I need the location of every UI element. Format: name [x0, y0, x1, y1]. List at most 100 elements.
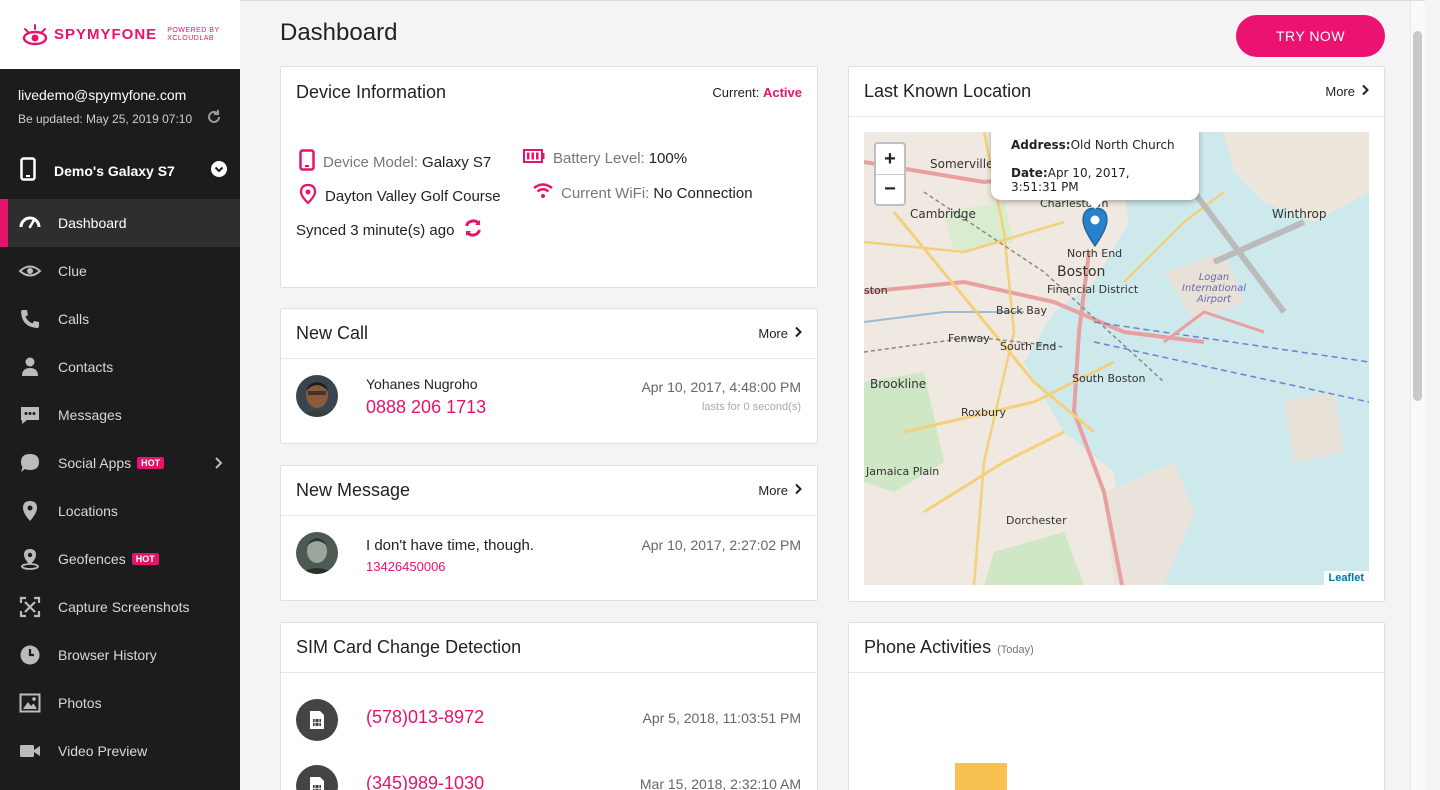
phone-activities-card: Phone Activities (Today) — [848, 622, 1385, 790]
chevron-down-icon[interactable] — [210, 160, 228, 181]
account-email: livedemo@spymyfone.com — [18, 87, 187, 103]
card-title: New Call — [296, 323, 369, 343]
synced-text: Synced 3 minute(s) ago — [296, 221, 455, 239]
card-title: Phone Activities — [864, 637, 992, 657]
sidebar-item-locations[interactable]: Locations — [0, 487, 240, 535]
card-header: SIM Card Change Detection — [281, 623, 817, 673]
popup-address: Address:Old North Church — [1011, 138, 1179, 152]
refresh-icon[interactable] — [206, 109, 222, 128]
sidebar-item-calls[interactable]: Calls — [0, 295, 240, 343]
sidebar-item-label: Calls — [58, 311, 90, 327]
chevron-right-icon — [208, 453, 228, 476]
main-content: Dashboard TRY NOW Device Information Cur… — [240, 0, 1425, 790]
powered-line2: XCLOUDLAB — [167, 34, 215, 42]
smartphone-icon — [20, 157, 36, 184]
photo-icon — [18, 691, 42, 715]
map-place-label: Logan International Airport — [1182, 272, 1246, 305]
caller-name: Yohanes Nugroho — [366, 376, 478, 392]
card-header: Phone Activities (Today) — [849, 623, 1384, 673]
sidebar-item-dashboard[interactable]: Dashboard — [0, 199, 240, 247]
dashboard-icon — [18, 211, 42, 235]
message-text: I don't have time, though. — [366, 537, 534, 554]
more-label: More — [758, 483, 788, 498]
new-call-card: New Call More Yohanes Nugroho 0888 206 1… — [280, 308, 818, 444]
sidebar-item-contacts[interactable]: Contacts — [0, 343, 240, 391]
message-number[interactable]: 13426450006 — [366, 559, 446, 574]
battery-icon — [523, 149, 545, 167]
map-place-label: Back Bay — [996, 304, 1047, 317]
battery-value: 100% — [648, 149, 688, 167]
account-updated: Be updated: May 25, 2019 07:10 — [18, 109, 222, 128]
sidebar-item-label: Contacts — [58, 359, 114, 375]
map-place-label: Financial District — [1047, 283, 1139, 296]
status-badge: Active — [762, 84, 802, 100]
address-label: Address: — [1011, 138, 1071, 152]
zoom-in-button[interactable]: + — [876, 144, 904, 174]
wifi-label: Current WiFi: — [561, 184, 650, 202]
more-label: More — [758, 326, 788, 341]
person-icon — [18, 355, 42, 379]
eye-icon — [18, 259, 42, 283]
geofence-icon — [18, 547, 42, 571]
card-subtitle: (Today) — [997, 643, 1034, 656]
card-header: New Call More — [281, 309, 817, 359]
sidebar-item-browser-history[interactable]: Browser History — [0, 631, 240, 679]
model-label: Device Model: — [323, 153, 419, 171]
sidebar-item-photos[interactable]: Photos — [0, 679, 240, 727]
map-popup: Address:Old North Church Date:Apr 10, 20… — [991, 132, 1199, 209]
map-place-label: South Boston — [1072, 372, 1146, 385]
sidebar-item-clue[interactable]: Clue — [0, 247, 240, 295]
map-place-label: Cambridge — [910, 207, 976, 221]
location-line: Dayton Valley Golf Course — [299, 183, 501, 209]
more-link[interactable]: More — [758, 483, 802, 498]
map-place-label: Brookline — [870, 377, 927, 391]
sidebar-item-messages[interactable]: Messages — [0, 391, 240, 439]
call-duration: lasts for 0 second(s) — [701, 401, 801, 413]
scrollbar-thumb[interactable] — [1413, 31, 1422, 401]
device-selector[interactable]: Demo's Galaxy S7 — [20, 157, 228, 184]
sidebar-item-social-apps[interactable]: Social Apps HOT — [0, 439, 240, 487]
caller-number[interactable]: 0888 206 1713 — [366, 397, 486, 418]
chevron-right-icon — [1361, 84, 1369, 99]
leaflet-attribution-link[interactable]: Leaflet — [1323, 571, 1369, 585]
more-link[interactable]: More — [1325, 84, 1369, 99]
zoom-out-button[interactable]: − — [876, 174, 904, 204]
more-link[interactable]: More — [758, 326, 802, 341]
sim-number[interactable]: (578)013-8972 — [366, 707, 484, 728]
message-time: Apr 10, 2017, 2:27:02 PM — [641, 537, 801, 553]
map-marker-icon[interactable] — [1082, 207, 1108, 252]
card-header: Device Information Current: Active — [281, 67, 817, 117]
map-place-label: Somerville — [930, 157, 994, 171]
message-icon — [18, 403, 42, 427]
sim-number[interactable]: (345)989-1030 — [366, 773, 484, 790]
avatar — [296, 375, 338, 417]
battery-label: Battery Level: — [553, 149, 645, 167]
sidebar-item-video-preview[interactable]: Video Preview — [0, 727, 240, 775]
sidebar: SPYMYFONE POWERED BY XCLOUDLAB livedemo@… — [0, 0, 240, 790]
map-place-label: ston — [864, 284, 888, 297]
logo[interactable]: SPYMYFONE POWERED BY XCLOUDLAB — [0, 0, 240, 69]
card-title: Last Known Location — [864, 81, 1032, 101]
wifi-value: No Connection — [653, 184, 753, 202]
date-label: Date: — [1011, 166, 1048, 180]
sync-refresh-icon[interactable] — [462, 217, 484, 243]
scrollbar[interactable] — [1410, 1, 1425, 790]
map-place-label: Dorchester — [1006, 514, 1067, 527]
brand-powered: POWERED BY XCLOUDLAB — [167, 27, 219, 43]
chat-bubble-icon — [18, 451, 42, 475]
device-info-card: Device Information Current: Active Devic… — [280, 66, 818, 288]
sidebar-item-geofences[interactable]: Geofences HOT — [0, 535, 240, 583]
sidebar-item-capture-screenshots[interactable]: Capture Screenshots — [0, 583, 240, 631]
sim-card-icon — [296, 765, 338, 790]
call-time: Apr 10, 2017, 4:48:00 PM — [641, 379, 801, 395]
powered-line1: POWERED BY — [167, 26, 220, 34]
sidebar-item-label: Dashboard — [58, 215, 127, 231]
try-now-button[interactable]: TRY NOW — [1236, 15, 1385, 57]
sim-time: Apr 5, 2018, 11:03:51 PM — [642, 710, 801, 726]
location-map[interactable]: Somerville Cambridge Charlestown Winthro… — [864, 132, 1369, 585]
map-place-label: Boston — [1057, 264, 1106, 280]
updated-text: Be updated: May 25, 2019 07:10 — [18, 111, 193, 126]
card-header: Last Known Location More — [849, 67, 1384, 117]
device-name: Demo's Galaxy S7 — [54, 162, 175, 179]
video-icon — [18, 739, 42, 763]
